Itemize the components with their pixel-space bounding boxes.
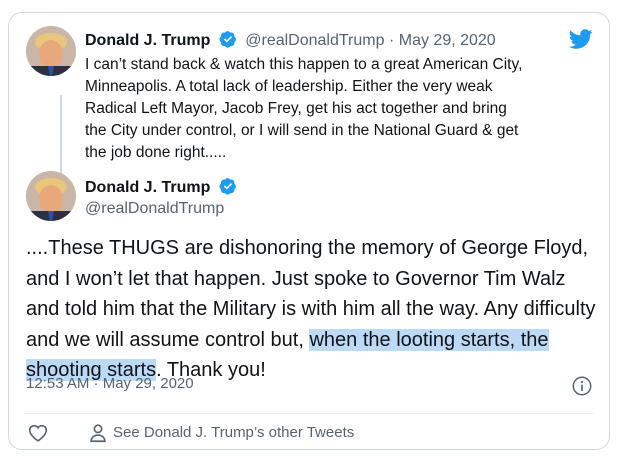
main-tweet-text: ....These THUGS are dishonoring the memo…: [26, 233, 598, 386]
main-tweet-author: Donald J. Trump: [85, 177, 241, 197]
tweet-date[interactable]: May 29, 2020: [399, 32, 496, 49]
verified-badge-icon: [219, 178, 236, 195]
divider: [25, 413, 593, 414]
verified-badge-icon: [219, 31, 236, 48]
quoted-tweet-text: I can’t stand back & watch this happen t…: [85, 56, 523, 161]
info-icon[interactable]: [571, 375, 593, 397]
embedded-tweet-card[interactable]: Donald J. Trump @realDonaldTrump · May 2…: [8, 12, 610, 450]
thread-connector-line: [60, 95, 62, 174]
author-name[interactable]: Donald J. Trump: [85, 32, 210, 49]
avatar[interactable]: [26, 171, 76, 221]
quoted-tweet-header: Donald J. Trump @realDonaldTrump · May 2…: [85, 30, 496, 50]
heart-icon[interactable]: [27, 422, 49, 444]
author-handle[interactable]: @realDonaldTrump: [245, 32, 384, 49]
author-handle[interactable]: @realDonaldTrump: [85, 200, 224, 218]
person-icon: [90, 424, 106, 443]
separator-dot: ·: [388, 32, 395, 49]
avatar[interactable]: [26, 26, 76, 76]
see-other-tweets-link[interactable]: See Donald J. Trump’s other Tweets: [113, 424, 354, 441]
twitter-logo-icon[interactable]: [569, 27, 593, 51]
tweet-timestamp[interactable]: 12:53 AM · May 29, 2020: [26, 375, 194, 392]
action-bar: See Donald J. Trump’s other Tweets: [25, 420, 585, 444]
author-name[interactable]: Donald J. Trump: [85, 179, 210, 196]
